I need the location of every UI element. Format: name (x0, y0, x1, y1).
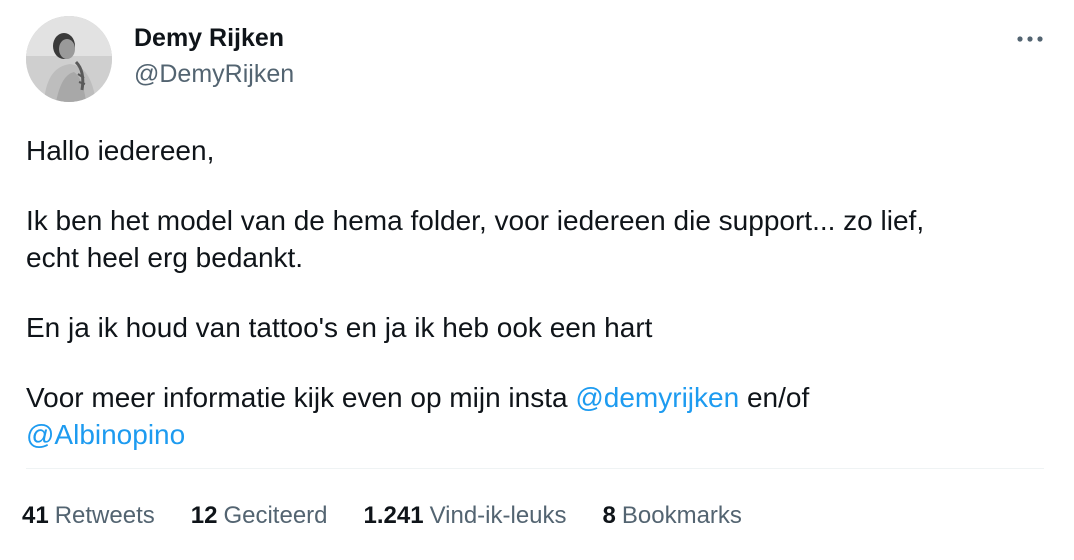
author-handle[interactable]: @DemyRijken (134, 58, 294, 90)
likes-stat[interactable]: 1.241 Vind-ik-leuks (364, 500, 567, 532)
engagement-stats: 41 Retweets 12 Geciteerd 1.241 Vind-ik-l… (22, 500, 778, 532)
stats-divider (26, 468, 1044, 469)
tweet-line-info-suffix: en/of (739, 382, 810, 413)
tweet-line-tattoos: En ja ik houd van tattoo's en ja ik heb … (26, 312, 653, 343)
likes-count: 1.241 (363, 502, 424, 529)
mention-link-albinopino[interactable]: @Albinopino (26, 419, 185, 450)
avatar[interactable] (26, 16, 112, 102)
tweet-line-info: Voor meer informatie kijk even op mijn i… (26, 379, 1046, 453)
mention-link-demyrijken[interactable]: @demyrijken (575, 382, 739, 413)
author-info: Demy Rijken @DemyRijken (134, 22, 294, 90)
retweets-label: Retweets (54, 502, 155, 529)
bookmarks-count: 8 (602, 502, 616, 529)
author-display-name[interactable]: Demy Rijken (134, 22, 294, 54)
tweet-line-thanks-a: Ik ben het model van de hema folder, voo… (26, 205, 925, 236)
tweet-text: Hallo iedereen, Ik ben het model van de … (26, 132, 1046, 453)
quotes-label: Geciteerd (223, 502, 328, 529)
avatar-photo (26, 16, 112, 102)
tweet-card: Demy Rijken @DemyRijken Hallo iedereen, … (0, 0, 1074, 560)
tweet-line-greeting: Hallo iedereen, (26, 135, 215, 166)
tweet-line-thanks: Ik ben het model van de hema folder, voo… (26, 202, 1046, 276)
retweets-stat[interactable]: 41 Retweets (22, 500, 155, 532)
more-options-button[interactable] (1012, 26, 1048, 52)
more-horizontal-icon (1017, 36, 1043, 42)
bookmarks-label: Bookmarks (621, 502, 742, 529)
quotes-stat[interactable]: 12 Geciteerd (191, 500, 328, 532)
retweets-count: 41 (22, 502, 49, 529)
tweet-line-info-prefix: Voor meer informatie kijk even op mijn i… (26, 382, 576, 413)
quotes-count: 12 (190, 502, 218, 529)
bookmarks-stat[interactable]: 8 Bookmarks (603, 500, 742, 532)
tweet-line-thanks-b: echt heel erg bedankt. (26, 242, 304, 273)
likes-label: Vind-ik-leuks (429, 502, 567, 529)
